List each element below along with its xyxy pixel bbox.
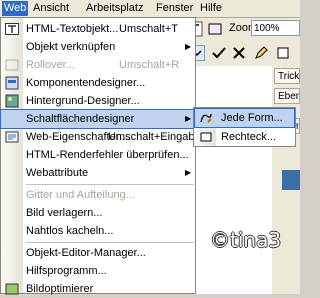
menu-item-image-optimizer[interactable]: Bildoptimierer: [1, 280, 195, 298]
menu-item-label: Hilfsprogramm...: [26, 265, 107, 277]
menu-web[interactable]: Web: [2, 1, 29, 16]
menu-item-move-image[interactable]: Bild verlagern...: [1, 204, 195, 222]
menu-item-label: Bild verlagern...: [26, 207, 103, 219]
menu-item-grid-and-split[interactable]: Gitter und Aufteilung...: [1, 186, 195, 204]
menu-item-seamless-tile[interactable]: Nahtlos kacheln...: [1, 222, 195, 240]
submenu-item-any-shape[interactable]: Jede Form...: [194, 108, 295, 128]
menu-item-label: Objekt verknüpfen: [26, 41, 116, 53]
pen-tool-icon[interactable]: [253, 45, 269, 61]
canvas-area[interactable]: [185, 66, 272, 294]
menu-item-label: Rollover...: [26, 59, 75, 71]
property-bar: [185, 40, 300, 67]
menu-item-link-object[interactable]: Objekt verknüpfen ▶: [1, 38, 195, 56]
layer-thumbnail[interactable]: [282, 170, 300, 190]
tab-layers[interactable]: Ebene: [274, 88, 300, 104]
menu-item-label: Schaltflächendesigner: [26, 113, 135, 125]
chevron-right-icon: ▶: [185, 168, 192, 177]
tab-tricks[interactable]: Trick: [274, 68, 300, 84]
menu-item-web-attributes[interactable]: Webattribute ▶: [1, 164, 195, 182]
menubar: Web Ansicht Arbeitsplatz Fenster Hilfe: [0, 0, 300, 18]
shape-tool-icon[interactable]: [275, 45, 291, 61]
menu-item-label: Objekt-Editor-Manager...: [26, 247, 146, 259]
menu-item-html-text-object[interactable]: HTML-Textobjekt... Umschalt+T: [1, 20, 195, 38]
menu-item-shortcut: Umschalt+Eingabe: [108, 131, 201, 143]
menu-item-shortcut: Umschalt+R: [119, 59, 180, 71]
menu-separator: [26, 242, 194, 243]
menu-item-utility-program[interactable]: Hilfsprogramm...: [1, 262, 195, 280]
menu-item-component-designer[interactable]: Komponentendesigner...: [1, 74, 195, 92]
menu-help[interactable]: Hilfe: [198, 1, 224, 16]
menu-item-shortcut: Umschalt+T: [119, 23, 178, 35]
menu-item-label: Nahtlos kacheln...: [26, 225, 114, 237]
menu-workspace[interactable]: Arbeitsplatz: [84, 1, 145, 16]
submenu-item-rectangle[interactable]: Rechteck...: [195, 128, 294, 146]
menu-separator: [26, 184, 194, 185]
menu-item-label: HTML-Textobjekt...: [26, 23, 119, 35]
background-icon: [5, 94, 19, 108]
web-properties-icon: [5, 131, 19, 143]
web-menu: HTML-Textobjekt... Umschalt+T Objekt ver…: [0, 17, 201, 295]
chevron-right-icon: ▶: [185, 42, 192, 51]
freeform-shape-icon: [200, 113, 212, 123]
menu-item-label: Bildoptimierer: [26, 283, 94, 295]
toolbar: Zoom 100%: [185, 18, 300, 40]
component-icon: [5, 76, 19, 90]
menu-view[interactable]: Ansicht: [31, 1, 71, 16]
menu-item-label: Webattribute: [26, 167, 89, 179]
menu-item-object-editor-manager[interactable]: Objekt-Editor-Manager...: [1, 244, 195, 262]
menu-item-label: Gitter und Aufteilung...: [26, 189, 135, 201]
checkmark-icon[interactable]: [211, 45, 227, 61]
menu-item-rollover[interactable]: Rollover... Umschalt+R: [1, 56, 195, 74]
submenu-item-label: Jede Form...: [221, 112, 283, 124]
menu-item-label: Komponentendesigner...: [26, 77, 146, 89]
rollover-icon: [5, 59, 19, 71]
zoom-field[interactable]: 100%: [251, 20, 300, 36]
rectangle-tool-icon[interactable]: [207, 21, 223, 37]
html-text-icon: [5, 23, 19, 35]
close-icon[interactable]: [231, 45, 247, 61]
submenu-item-label: Rechteck...: [221, 131, 277, 143]
menu-item-button-designer[interactable]: Schaltflächendesigner ▶: [0, 109, 196, 129]
button-designer-submenu: Jede Form... Rechteck...: [193, 107, 296, 147]
watermark: ©tina3: [210, 228, 282, 252]
chevron-right-icon: ▶: [185, 114, 192, 123]
menu-item-web-properties[interactable]: Web-Eigenschaften... Umschalt+Eingabe: [1, 128, 201, 146]
menu-window[interactable]: Fenster: [154, 1, 195, 16]
rectangle-icon: [200, 132, 212, 142]
menu-item-label: Hintergrund-Designer...: [26, 95, 140, 107]
menu-item-check-html-errors[interactable]: HTML-Renderfehler überprüfen...: [1, 146, 195, 164]
menu-item-background-designer[interactable]: Hintergrund-Designer...: [1, 92, 195, 110]
menu-item-label: HTML-Renderfehler überprüfen...: [26, 149, 189, 161]
